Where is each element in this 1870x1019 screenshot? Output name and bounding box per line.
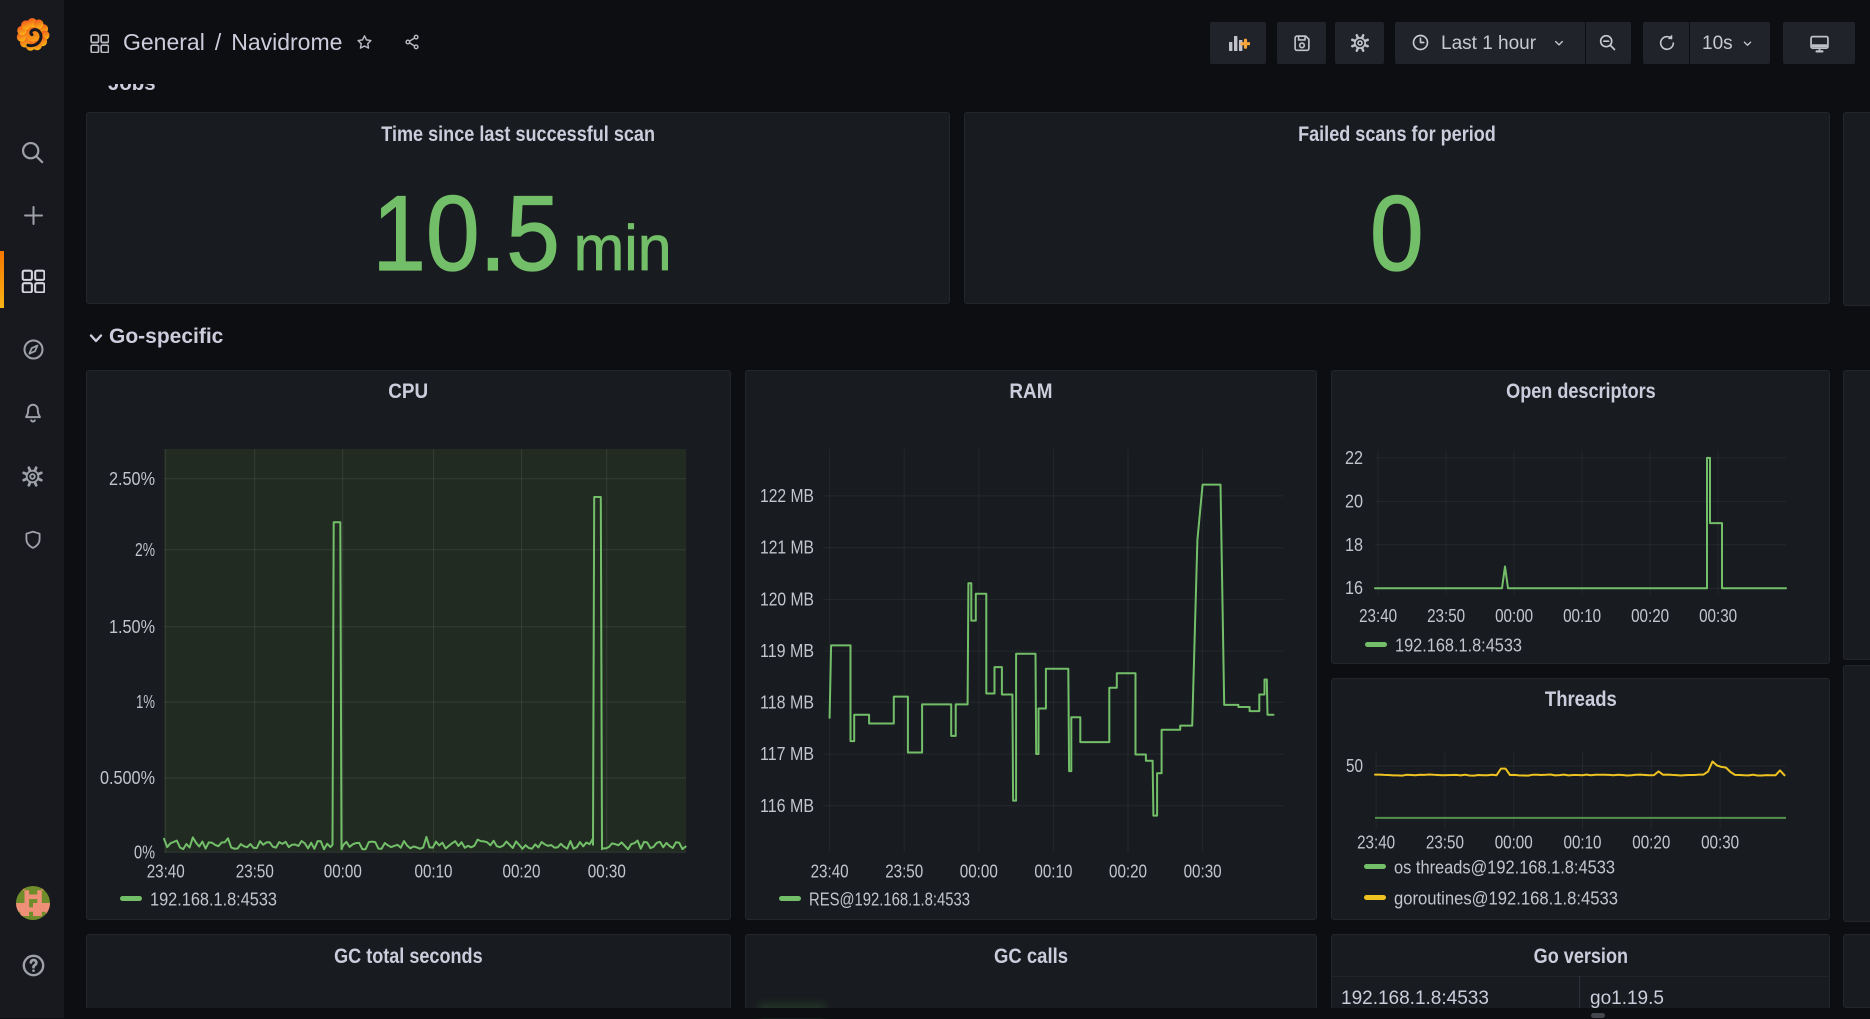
svg-text:120 MB: 120 MB — [760, 589, 814, 609]
svg-text:2.50%: 2.50% — [109, 469, 155, 489]
svg-text:1.50%: 1.50% — [109, 617, 155, 637]
svg-text:23:40: 23:40 — [1357, 833, 1395, 853]
svg-text:122 MB: 122 MB — [760, 486, 814, 506]
svg-text:23:40: 23:40 — [811, 862, 849, 882]
svg-text:00:20: 00:20 — [1109, 862, 1147, 882]
svg-text:0%: 0% — [134, 842, 155, 862]
svg-text:23:50: 23:50 — [236, 862, 274, 882]
svg-text:00:30: 00:30 — [1699, 606, 1737, 626]
svg-text:goroutines@192.168.1.8:4533: goroutines@192.168.1.8:4533 — [1394, 889, 1618, 909]
svg-text:00:00: 00:00 — [1495, 833, 1533, 853]
svg-text:22: 22 — [1345, 448, 1363, 468]
svg-text:00:30: 00:30 — [588, 862, 626, 882]
svg-text:00:20: 00:20 — [1632, 833, 1670, 853]
svg-text:23:50: 23:50 — [1427, 606, 1465, 626]
svg-text:00:10: 00:10 — [1034, 862, 1072, 882]
svg-text:RES@192.168.1.8:4533: RES@192.168.1.8:4533 — [809, 890, 970, 910]
svg-text:00:00: 00:00 — [1495, 606, 1533, 626]
svg-text:00:00: 00:00 — [960, 862, 998, 882]
svg-text:00:30: 00:30 — [1184, 862, 1222, 882]
svg-text:50: 50 — [1346, 756, 1363, 776]
svg-text:192.168.1.8:4533: 192.168.1.8:4533 — [1395, 636, 1522, 656]
svg-text:0.500%: 0.500% — [100, 768, 155, 788]
svg-text:23:40: 23:40 — [147, 862, 185, 882]
svg-text:16: 16 — [1345, 578, 1363, 598]
svg-text:23:40: 23:40 — [1359, 606, 1397, 626]
svg-text:00:20: 00:20 — [503, 862, 541, 882]
svg-text:18: 18 — [1345, 535, 1363, 555]
svg-text:00:10: 00:10 — [415, 862, 453, 882]
svg-text:00:00: 00:00 — [324, 862, 362, 882]
svg-text:118 MB: 118 MB — [760, 692, 814, 712]
svg-text:2%: 2% — [135, 540, 155, 560]
svg-text:00:10: 00:10 — [1564, 833, 1602, 853]
svg-text:00:20: 00:20 — [1631, 606, 1669, 626]
svg-text:119 MB: 119 MB — [760, 641, 814, 661]
svg-text:116 MB: 116 MB — [760, 796, 814, 816]
svg-text:23:50: 23:50 — [1426, 833, 1464, 853]
svg-text:20: 20 — [1345, 491, 1363, 511]
svg-text:121 MB: 121 MB — [760, 538, 814, 558]
svg-text:00:10: 00:10 — [1563, 606, 1601, 626]
svg-text:23:50: 23:50 — [885, 862, 923, 882]
svg-text:117 MB: 117 MB — [760, 744, 814, 764]
svg-text:os threads@192.168.1.8:4533: os threads@192.168.1.8:4533 — [1394, 858, 1615, 878]
svg-text:00:30: 00:30 — [1701, 833, 1739, 853]
svg-text:192.168.1.8:4533: 192.168.1.8:4533 — [150, 890, 277, 910]
svg-text:1%: 1% — [136, 692, 155, 712]
